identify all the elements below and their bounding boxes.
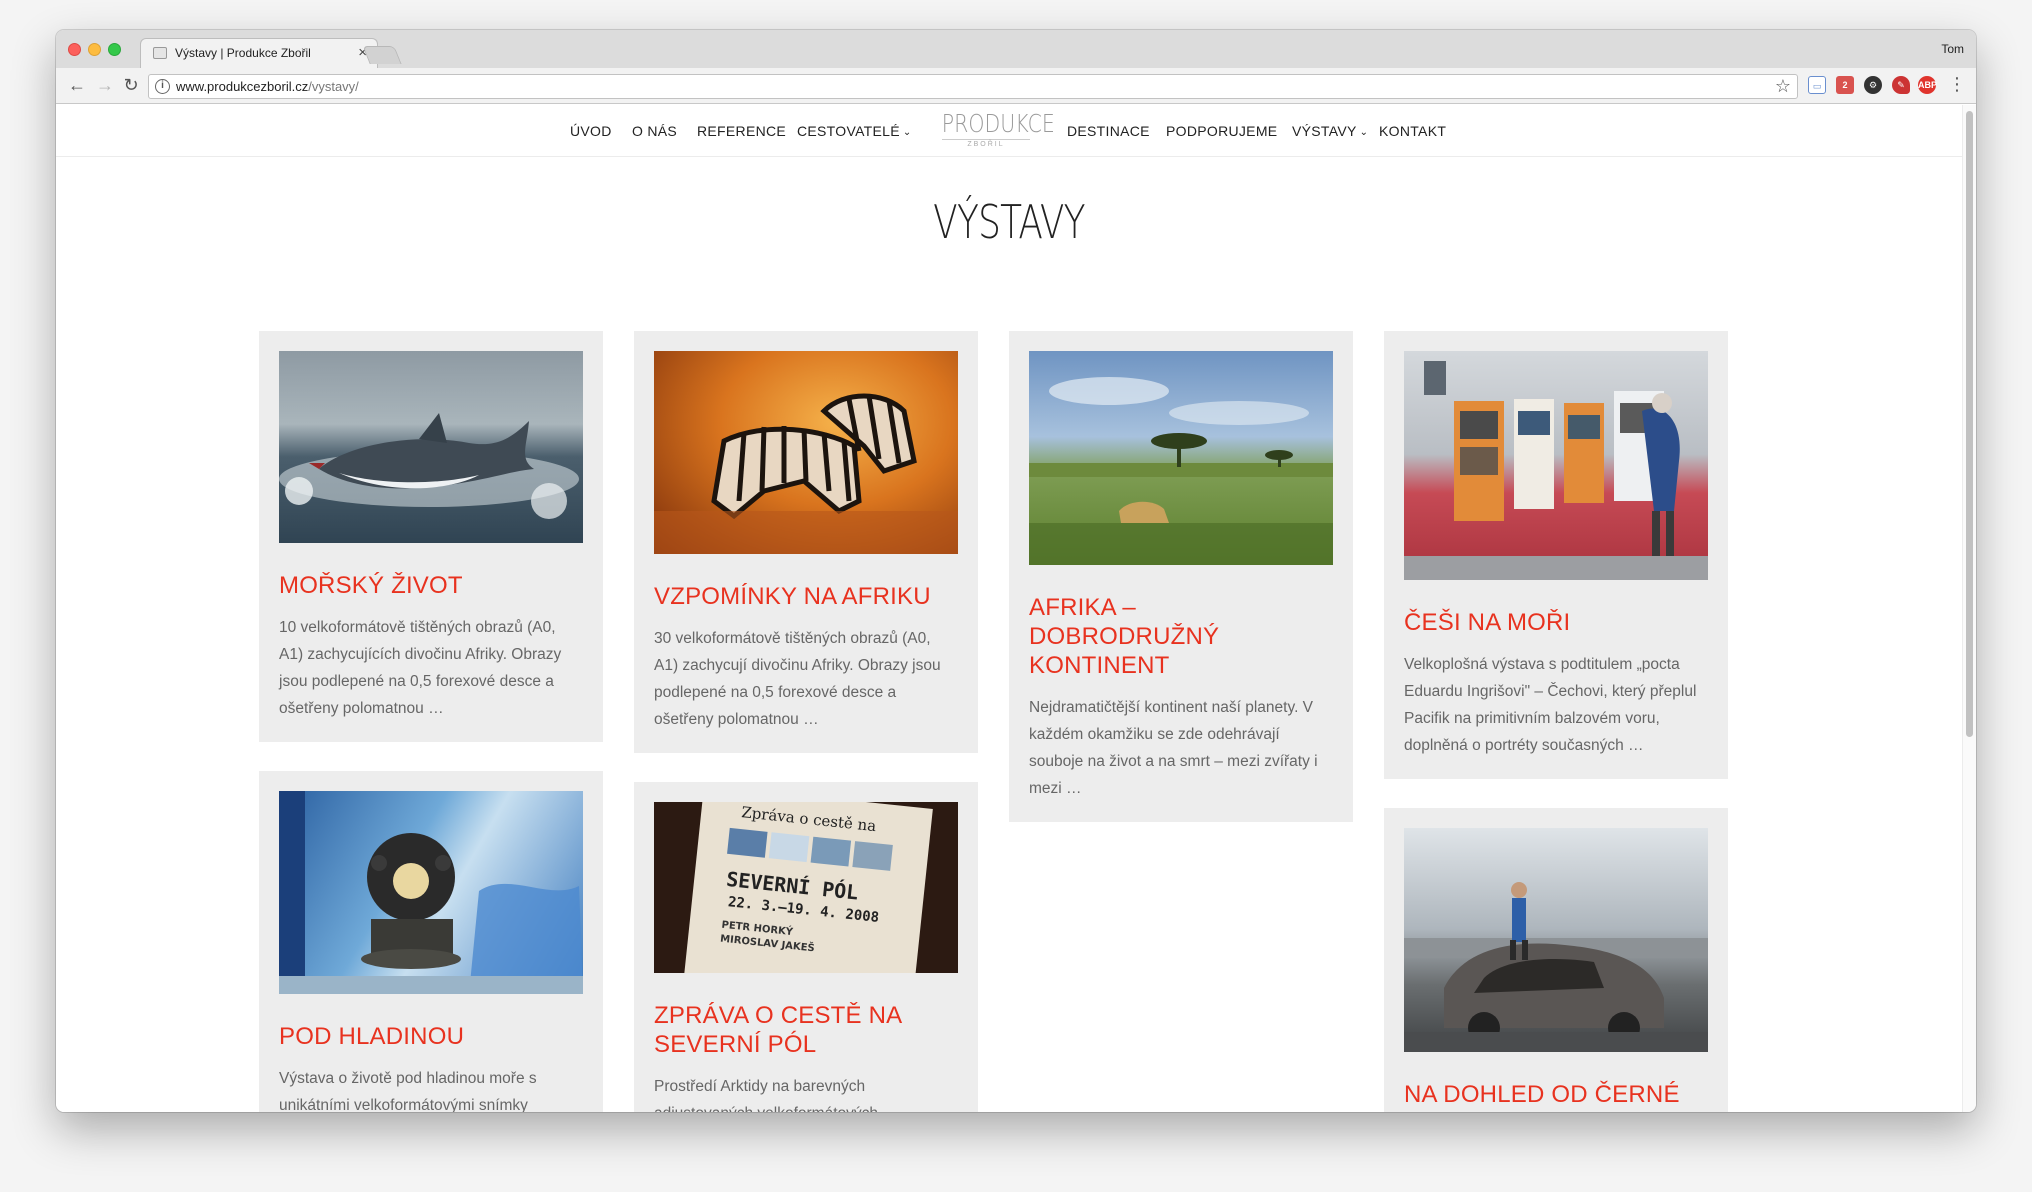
browser-toolbar: ← → ↻ i www.produkcezboril.cz/vystavy/ ☆… xyxy=(56,68,1976,104)
new-tab-button[interactable] xyxy=(362,46,402,64)
url-text[interactable]: www.produkcezboril.cz/vystavy/ xyxy=(176,79,359,94)
nav-kontakt[interactable]: KONTAKT xyxy=(1379,123,1446,139)
card-excerpt: Velkoplošná výstava s podtitulem „pocta … xyxy=(1404,656,1697,754)
exhibition-card-pod-hladinou[interactable]: POD HLADINOU Výstava o životě pod hladin… xyxy=(259,771,603,1112)
settings-extension-icon[interactable]: ⚙ xyxy=(1864,76,1882,94)
exhibition-card-cesi-na-mori[interactable]: ČEŠI NA MOŘI Velkoplošná výstava s podti… xyxy=(1384,331,1728,779)
exhibition-card-zprava-o-ceste-na-severni-pol[interactable]: Zpráva o cestě na SEVERNÍ PÓL 22. 3.–19.… xyxy=(634,782,978,1112)
card-title[interactable]: MOŘSKÝ ŽIVOT xyxy=(279,571,583,600)
nav-destinace[interactable]: DESTINACE xyxy=(1067,123,1150,139)
forward-icon[interactable]: → xyxy=(94,75,116,96)
exhibition-hall-image[interactable] xyxy=(1404,351,1708,580)
card-excerpt: Nejdramatičtější kontinent naší planety.… xyxy=(1029,699,1318,797)
poster-image[interactable]: Zpráva o cestě na SEVERNÍ PÓL 22. 3.–19.… xyxy=(654,802,958,973)
tab-title: Výstavy | Produkce Zbořil xyxy=(175,46,311,60)
shark-image[interactable] xyxy=(279,351,583,543)
card-excerpt: 30 velkoformátově tištěných obrazů (A0, … xyxy=(654,630,941,728)
diving-helmet-image[interactable] xyxy=(279,791,583,994)
tool-extension-icon[interactable]: ✎ xyxy=(1892,76,1910,94)
site-logo[interactable]: PRODUKCE ZBOŘIL xyxy=(932,109,1055,151)
address-bar[interactable]: i www.produkcezboril.cz/vystavy/ ☆ xyxy=(148,74,1798,99)
nav-reference[interactable]: REFERENCE xyxy=(697,123,786,139)
card-excerpt: 10 velkoformátově tištěných obrazů (A0, … xyxy=(279,619,562,717)
nav-cestovatele[interactable]: CESTOVATELÉ ⌄ xyxy=(797,123,912,139)
nav-uvod[interactable]: ÚVOD xyxy=(570,123,612,139)
calendar-extension-icon[interactable]: 2 xyxy=(1836,76,1854,94)
card-title[interactable]: ČEŠI NA MOŘI xyxy=(1404,608,1708,637)
card-title[interactable]: VZPOMÍNKY NA AFRIKU xyxy=(654,582,958,611)
page-viewport: ÚVOD O NÁS REFERENCE CESTOVATELÉ ⌄ PRODUK… xyxy=(56,105,1976,1112)
card-excerpt: Prostředí Arktidy na barevných adjustova… xyxy=(654,1078,878,1112)
zebras-image[interactable] xyxy=(654,351,958,554)
star-icon[interactable]: ☆ xyxy=(1775,76,1791,97)
card-title[interactable]: ZPRÁVA O CESTĚ NA SEVERNÍ PÓL xyxy=(654,1001,958,1059)
nav-o-nas[interactable]: O NÁS xyxy=(632,123,677,139)
nav-podporujeme[interactable]: PODPORUJEME xyxy=(1166,123,1277,139)
scrollbar-thumb[interactable] xyxy=(1966,111,1973,737)
favicon-icon xyxy=(153,47,167,59)
card-title[interactable]: AFRIKA – DOBRODRUŽNÝ KONTINENT xyxy=(1029,593,1333,680)
card-title[interactable]: NA DOHLED OD ČERNÉ VLAJKY xyxy=(1404,1080,1708,1112)
info-icon[interactable]: i xyxy=(155,79,170,94)
savanna-cheetah-image[interactable] xyxy=(1029,351,1333,565)
site-navigation: ÚVOD O NÁS REFERENCE CESTOVATELÉ ⌄ PRODUK… xyxy=(56,105,1962,157)
card-title[interactable]: POD HLADINOU xyxy=(279,1022,583,1051)
exhibition-card-vzpominky-na-afriku[interactable]: VZPOMÍNKY NA AFRIKU 30 velkoformátově ti… xyxy=(634,331,978,753)
page-title: VÝSTAVY xyxy=(933,195,1085,249)
chevron-down-icon: ⌄ xyxy=(1359,127,1369,138)
adblock-extension-icon[interactable]: ABP xyxy=(1918,76,1937,94)
close-window-button[interactable] xyxy=(68,43,81,56)
card-excerpt: Výstava o životě pod hladinou moře s uni… xyxy=(279,1070,537,1112)
back-icon[interactable]: ← xyxy=(66,75,88,96)
browser-window: Výstavy | Produkce Zbořil × Tom ← → ↻ i … xyxy=(56,30,1976,1112)
reload-icon[interactable]: ↻ xyxy=(120,75,142,96)
page-scrollbar[interactable] xyxy=(1962,105,1976,1112)
exhibition-card-na-dohled-od-cerne-vlajky[interactable]: NA DOHLED OD ČERNÉ VLAJKY xyxy=(1384,808,1728,1112)
tab-vystavy[interactable]: Výstavy | Produkce Zbořil × xyxy=(140,38,378,68)
cast-extension-icon[interactable]: ▭ xyxy=(1808,76,1826,94)
tab-strip: Výstavy | Produkce Zbořil × Tom xyxy=(56,30,1976,68)
minimize-window-button[interactable] xyxy=(88,43,101,56)
menu-icon[interactable]: ⋮ xyxy=(1948,74,1966,95)
maximize-window-button[interactable] xyxy=(108,43,121,56)
nav-vystavy[interactable]: VÝSTAVY ⌄ xyxy=(1292,123,1368,139)
exhibition-card-morsky-zivot[interactable]: MOŘSKÝ ŽIVOT 10 velkoformátově tištěných… xyxy=(259,331,603,742)
burned-car-image[interactable] xyxy=(1404,828,1708,1052)
profile-name[interactable]: Tom xyxy=(1941,42,1964,56)
exhibition-card-afrika-dobrodruzny-kontinent[interactable]: AFRIKA – DOBRODRUŽNÝ KONTINENT Nejdramat… xyxy=(1009,331,1353,822)
chevron-down-icon: ⌄ xyxy=(902,127,912,138)
